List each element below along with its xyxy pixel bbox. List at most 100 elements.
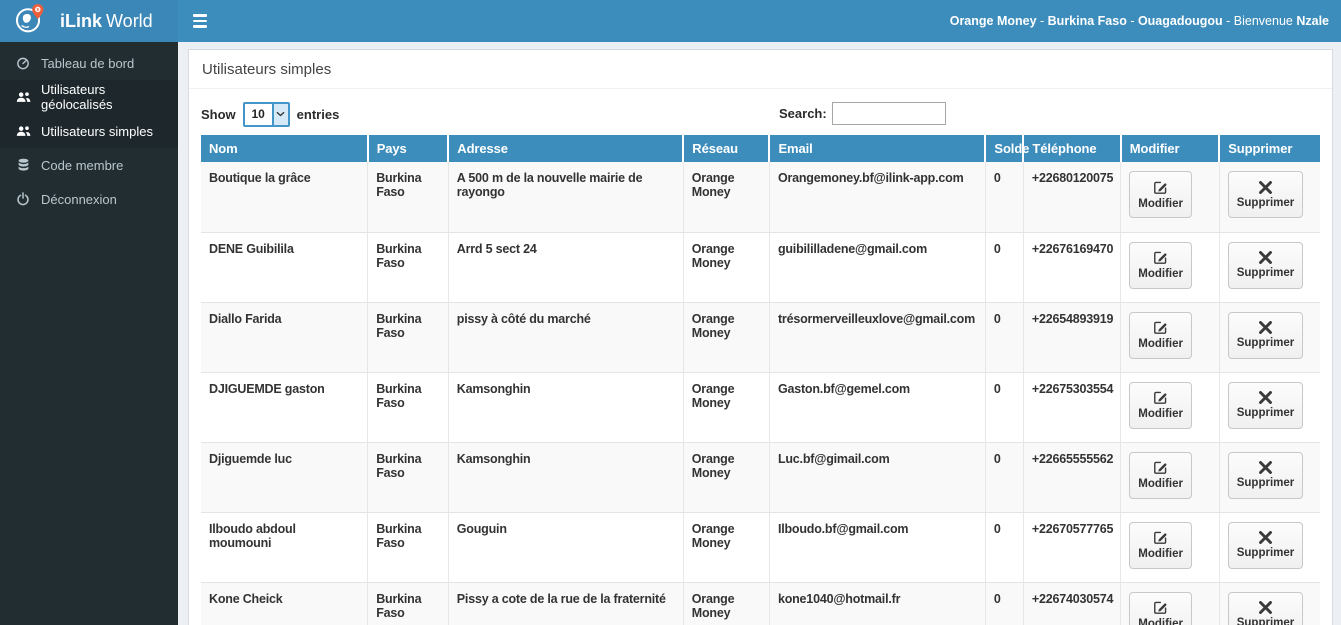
session-info: Orange Money - Burkina Faso - Ouagadougo… [949,14,1329,28]
sidebar-item-utilisateurs-geolocalises[interactable]: Utilisateurs géolocalisés [0,80,178,114]
app-logo[interactable]: $ iLink World [0,0,178,42]
page-size-value: 10 [251,107,265,121]
column-header-network[interactable]: Réseau [683,135,771,162]
cell-name: DJIGUEMDE gaston [201,372,369,443]
page-size-select[interactable]: 10 [242,101,290,127]
cell-network: Orange Money [683,442,770,513]
cell-email: Ilboudo.bf@gmail.com [769,512,986,583]
cell-network: Orange Money [683,372,770,443]
cell-email: guibililladene@gmail.com [769,232,986,303]
entries-label: entries [296,106,340,122]
hamburger-icon [193,14,207,28]
cell-country: Burkina Faso [367,442,449,513]
cell-network: Orange Money [683,512,770,583]
edit-button[interactable]: Modifier [1129,311,1192,359]
cell-balance: 0 [985,302,1024,373]
column-header-address[interactable]: Adresse [448,135,685,162]
search-input[interactable] [831,102,946,125]
delete-button[interactable]: Supprimer [1227,311,1304,359]
hamburger-menu-button[interactable] [178,0,222,42]
x-icon [1259,601,1272,614]
cell-email: kone1040@hotmail.fr [769,582,986,625]
cell-balance: 0 [985,512,1024,583]
cell-address: Kamsonghin [448,442,684,513]
table-row: Kone Cheick Burkina Faso Pissy a cote de l… [201,582,1320,625]
table-controls: Show 10 entries Search: [201,98,1320,130]
cell-phone: +22670577765 [1023,512,1122,583]
cell-country: Burkina Faso [367,582,449,625]
column-header-balance[interactable]: Solde [985,135,1029,162]
cell-edit: Modifier [1120,232,1220,303]
table-row: Djiguemde luc Burkina Faso Kamsonghin Orang… [201,442,1320,513]
cell-edit: Modifier [1120,302,1220,373]
brand-title: iLink World [60,10,153,31]
cell-address: Pissy a cote de la rue de la fraternité [448,582,684,625]
search-label: Search: [779,106,827,121]
cell-balance: 0 [985,162,1024,233]
page-length-control: Show 10 entries [201,101,340,127]
table-row: DENE Guibilila Burkina Faso Arrd 5 sect 24… [201,232,1320,303]
cell-delete: Supprimer [1219,162,1320,233]
column-header-edit[interactable]: Modifier [1120,135,1221,162]
cell-phone: +22680120075 [1023,162,1122,233]
cell-delete: Supprimer [1219,582,1320,625]
cell-edit: Modifier [1120,372,1220,443]
cell-name: Boutique la grâce [201,162,369,233]
cell-name: Diallo Farida [201,302,369,373]
column-header-country[interactable]: Pays [367,135,450,162]
cell-email: Gaston.bf@gemel.com [769,372,986,443]
delete-button[interactable]: Supprimer [1227,241,1304,289]
table-row: DJIGUEMDE gaston Burkina Faso Kamsonghin Or… [201,372,1320,443]
edit-button-label: Modifier [1138,408,1183,420]
main-content: Utilisateurs simples Show 10 entries Sea… [178,42,1341,625]
cell-network: Orange Money [683,302,770,373]
panel-utilisateurs-simples: Utilisateurs simples Show 10 entries Sea… [188,49,1333,625]
edit-button[interactable]: Modifier [1129,241,1192,289]
edit-icon [1154,391,1167,404]
edit-button[interactable]: Modifier [1129,521,1192,569]
column-header-phone[interactable]: Téléphone [1023,135,1122,162]
delete-button[interactable]: Supprimer [1227,521,1304,569]
edit-button-label: Modifier [1138,338,1183,350]
cell-delete: Supprimer [1219,512,1320,583]
delete-button-label: Supprimer [1236,337,1295,349]
sidebar-item-code-membre[interactable]: Code membre [0,148,178,182]
cell-balance: 0 [985,372,1024,443]
dashboard-icon [15,56,31,70]
cell-country: Burkina Faso [367,372,449,443]
cell-address: Kamsonghin [448,372,684,443]
cell-network: Orange Money [683,582,770,625]
edit-button[interactable]: Modifier [1129,451,1192,499]
cell-phone: +22675303554 [1023,372,1122,443]
edit-icon [1154,601,1167,614]
sidebar-item-tableau-de-bord[interactable]: Tableau de bord [0,46,178,80]
edit-button[interactable]: Modifier [1129,171,1192,218]
sidebar-item-utilisateurs-simples[interactable]: Utilisateurs simples [0,114,178,148]
search-control: Search: [779,102,946,125]
delete-button[interactable]: Supprimer [1227,171,1304,218]
edit-icon [1154,181,1167,194]
sidebar-item-label: Utilisateurs géolocalisés [41,82,113,112]
cell-delete: Supprimer [1219,232,1320,303]
delete-button[interactable]: Supprimer [1227,451,1304,499]
power-icon [15,192,31,206]
cell-delete: Supprimer [1219,302,1320,373]
delete-button[interactable]: Supprimer [1227,591,1304,625]
column-header-delete[interactable]: Supprimer [1219,135,1320,162]
edit-icon [1154,251,1167,264]
column-header-email[interactable]: Email [769,135,987,162]
cell-network: Orange Money [683,232,770,303]
edit-button[interactable]: Modifier [1129,381,1192,429]
delete-button-label: Supprimer [1236,196,1295,209]
sidebar-item-label: Utilisateurs simples [41,123,153,139]
sidebar: Tableau de bord Utilisateurs géolocalisé… [0,42,178,625]
cell-address: A 500 m de la nouvelle mairie de rayongo [448,162,684,233]
edit-button-label: Modifier [1138,268,1183,280]
delete-button-label: Supprimer [1236,407,1295,419]
edit-button[interactable]: Modifier [1129,591,1192,625]
sidebar-item-deconnexion[interactable]: Déconnexion [0,182,178,216]
delete-button[interactable]: Supprimer [1227,381,1304,429]
cell-balance: 0 [985,582,1024,625]
column-header-name[interactable]: Nom [201,135,369,162]
edit-button-label: Modifier [1138,197,1183,210]
